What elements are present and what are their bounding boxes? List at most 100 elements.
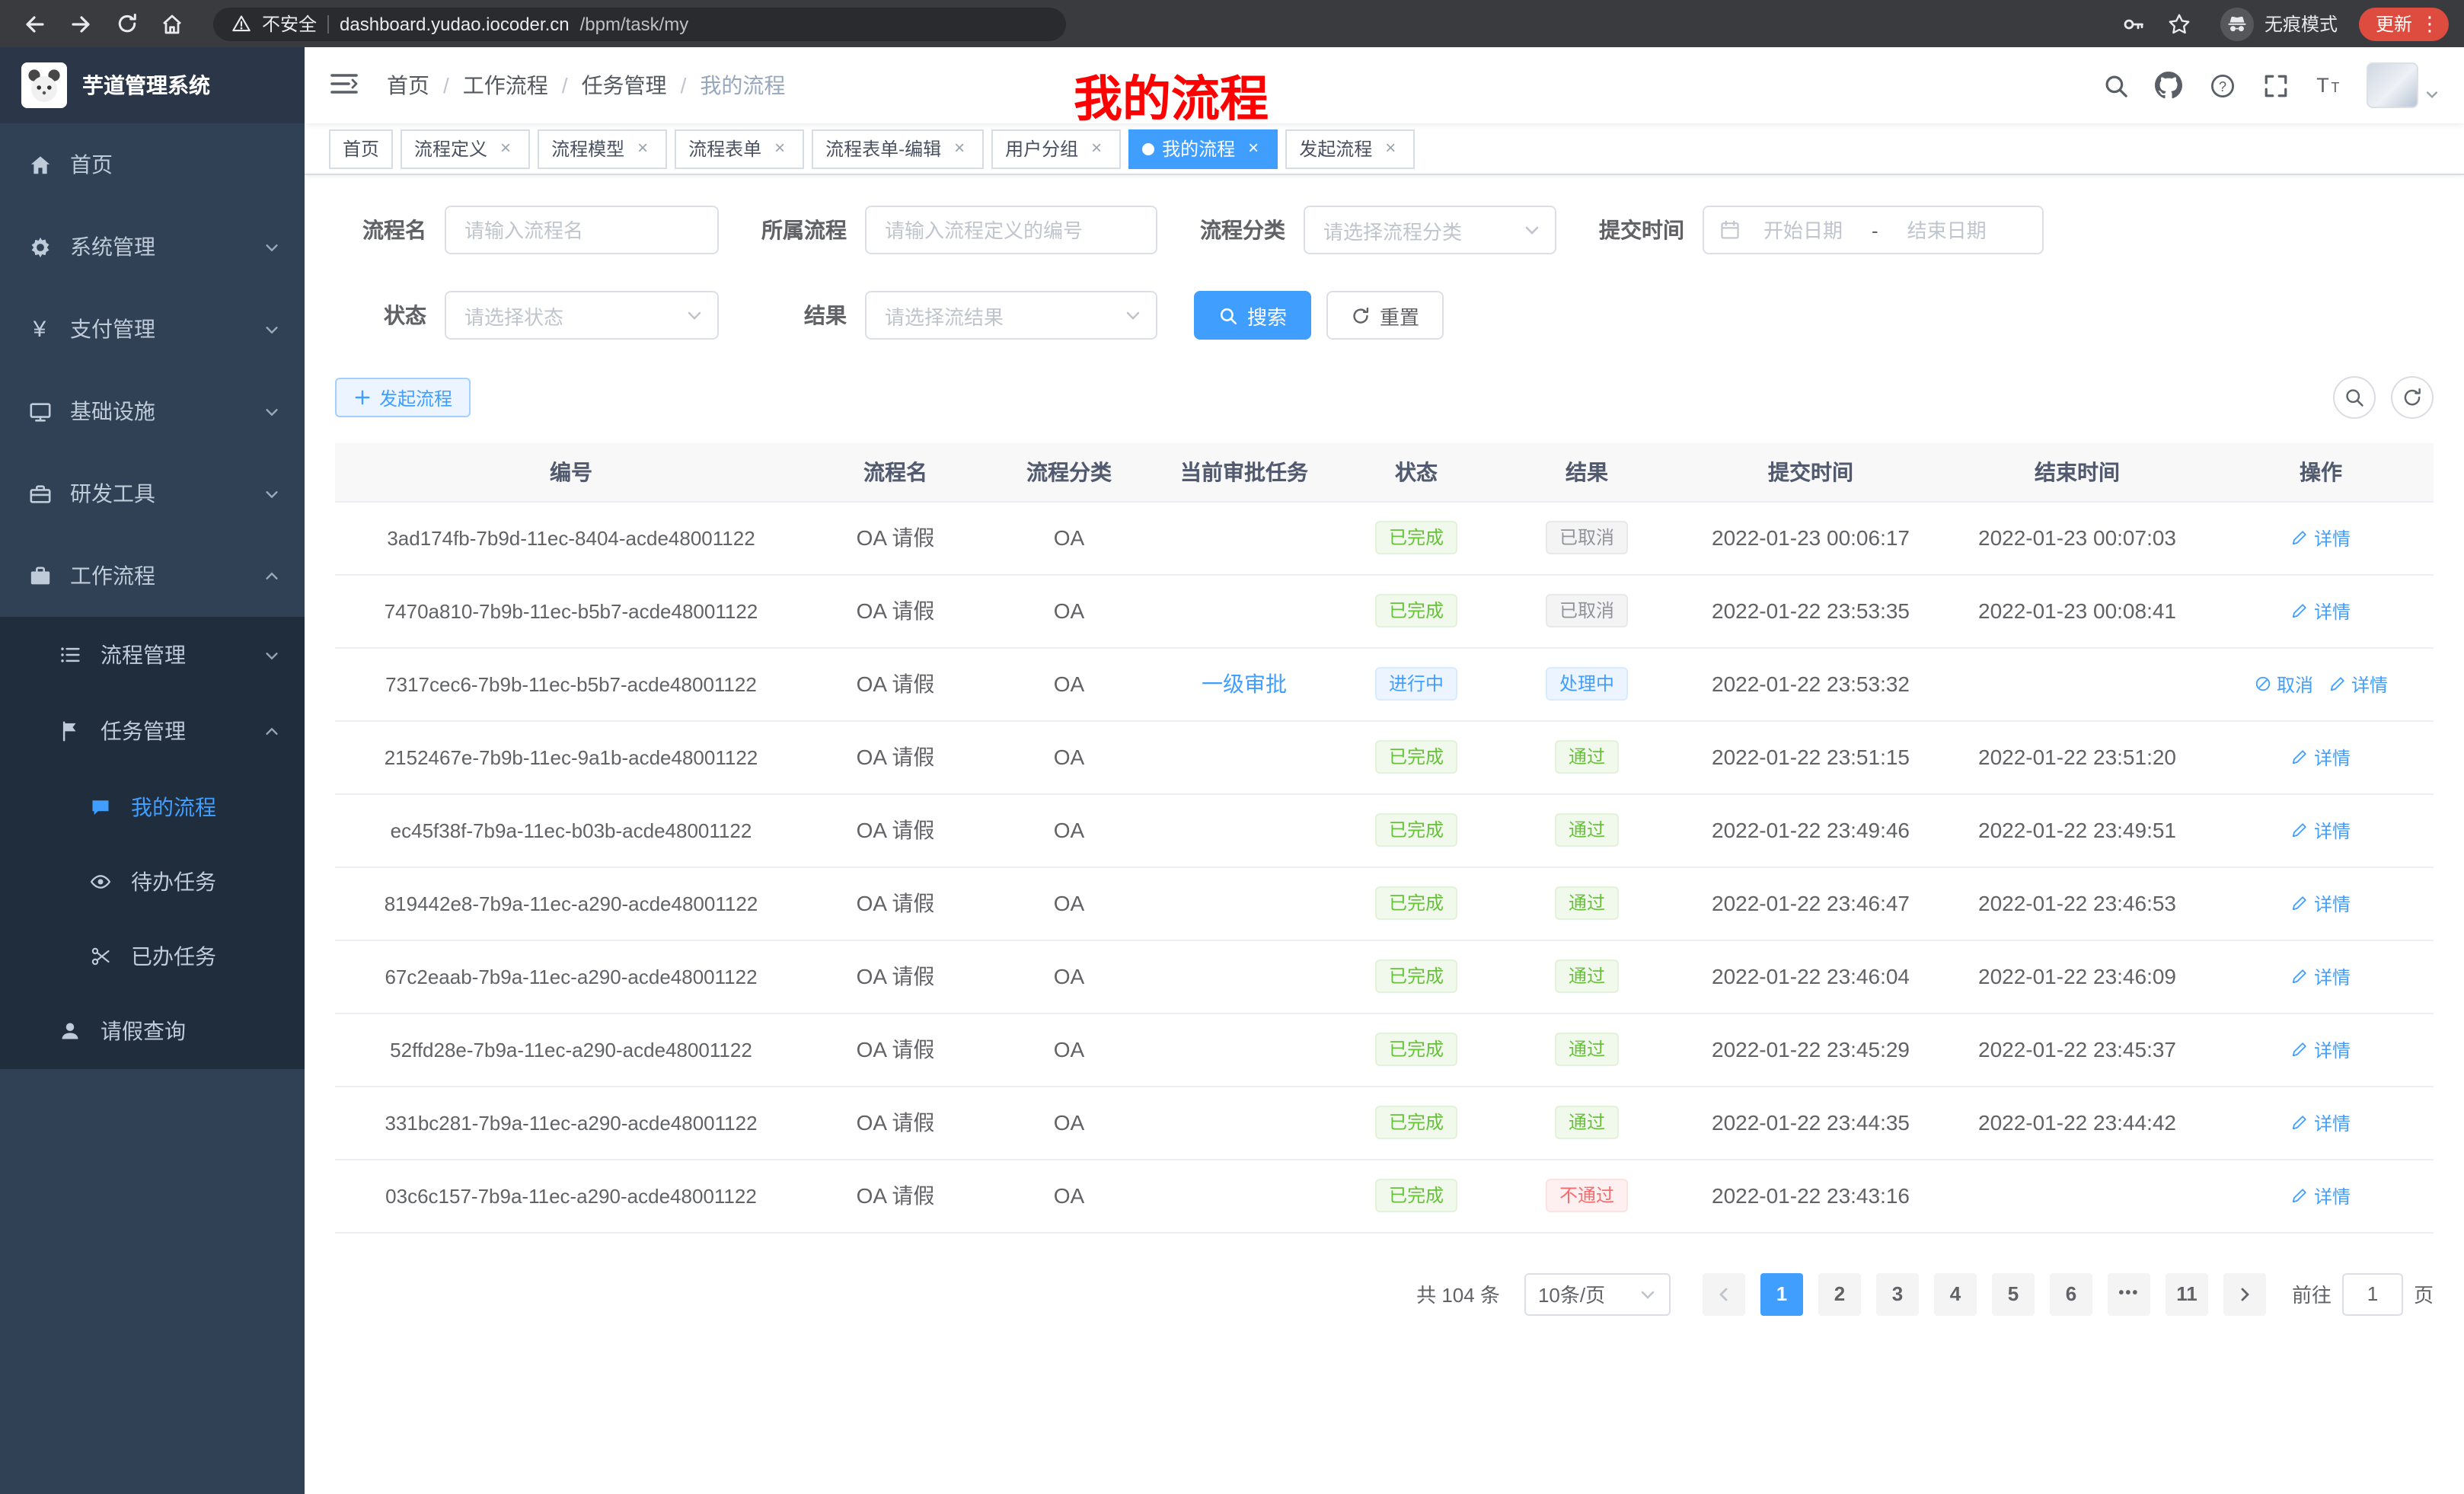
page-button[interactable]: 6 bbox=[2050, 1272, 2092, 1315]
edit-link[interactable]: 详情 bbox=[2291, 891, 2351, 917]
sidebar-item-task-management[interactable]: 任务管理 bbox=[0, 693, 305, 769]
edit-link[interactable]: 详情 bbox=[2328, 672, 2388, 698]
close-icon[interactable]: × bbox=[495, 138, 516, 159]
tab-initiate-process[interactable]: 发起流程× bbox=[1285, 129, 1415, 168]
submit-time-range-picker[interactable]: - bbox=[1703, 206, 2044, 254]
sidebar-item-my-process[interactable]: 我的流程 bbox=[0, 769, 305, 844]
tab-process-model[interactable]: 流程模型× bbox=[538, 129, 667, 168]
edit-link[interactable]: 详情 bbox=[2291, 1183, 2351, 1209]
page-button[interactable]: 11 bbox=[2166, 1272, 2208, 1315]
sidebar-item-system[interactable]: 系统管理 bbox=[0, 206, 305, 288]
edit-link[interactable]: 详情 bbox=[2291, 525, 2351, 551]
search-icon[interactable] bbox=[2100, 70, 2130, 101]
toggle-search-button[interactable] bbox=[2333, 376, 2376, 419]
cell-submit-time: 2022-01-22 23:46:04 bbox=[1675, 940, 1946, 1013]
end-date-input[interactable] bbox=[1891, 219, 2003, 241]
page-button[interactable]: 5 bbox=[1992, 1272, 2035, 1315]
main-area: 首页 / 工作流程 / 任务管理 / 我的流程 ? TT bbox=[305, 47, 2464, 1494]
breadcrumb-separator: / bbox=[562, 73, 568, 97]
result-select[interactable]: 请选择流结果 bbox=[865, 291, 1157, 340]
cell-actions: 取消详情 bbox=[2208, 647, 2434, 720]
edit-link[interactable]: 详情 bbox=[2291, 964, 2351, 990]
initiate-process-button[interactable]: 发起流程 bbox=[335, 378, 471, 417]
edit-link[interactable]: 详情 bbox=[2291, 599, 2351, 624]
cell-result: 已取消 bbox=[1499, 501, 1675, 574]
logo-image bbox=[21, 62, 67, 108]
tab-home[interactable]: 首页 bbox=[329, 129, 393, 168]
sidebar-item-infrastructure[interactable]: 基础设施 bbox=[0, 370, 305, 452]
bookmark-star-icon[interactable] bbox=[2159, 5, 2199, 42]
status-badge: 已完成 bbox=[1375, 594, 1457, 627]
tab-user-group[interactable]: 用户分组× bbox=[991, 129, 1121, 168]
fullscreen-icon[interactable] bbox=[2260, 70, 2290, 101]
page-button[interactable]: 4 bbox=[1934, 1272, 1977, 1315]
sidebar-item-done-tasks[interactable]: 已办任务 bbox=[0, 918, 305, 993]
tab-process-definition[interactable]: 流程定义× bbox=[401, 129, 530, 168]
sidebar-item-todo-tasks[interactable]: 待办任务 bbox=[0, 844, 305, 918]
close-icon[interactable]: × bbox=[1243, 138, 1264, 159]
edit-link[interactable]: 详情 bbox=[2291, 818, 2351, 844]
cell-result: 不通过 bbox=[1499, 1159, 1675, 1232]
close-icon[interactable]: × bbox=[632, 138, 653, 159]
breadcrumb-item[interactable]: 任务管理 bbox=[582, 70, 667, 101]
close-icon[interactable]: × bbox=[769, 138, 790, 159]
cell-actions: 详情 bbox=[2208, 940, 2434, 1013]
tab-process-form-edit[interactable]: 流程表单-编辑× bbox=[812, 129, 984, 168]
sidebar-item-process-management[interactable]: 流程管理 bbox=[0, 617, 305, 693]
browser-reload-button[interactable] bbox=[107, 5, 146, 42]
breadcrumb-item-current: 我的流程 bbox=[700, 70, 785, 101]
edit-link[interactable]: 详情 bbox=[2291, 745, 2351, 771]
github-icon[interactable] bbox=[2153, 70, 2184, 101]
monitor-icon bbox=[27, 399, 52, 423]
jump-page-input[interactable] bbox=[2342, 1272, 2403, 1315]
sidebar-item-devtools[interactable]: 研发工具 bbox=[0, 452, 305, 535]
page-button[interactable]: 2 bbox=[1818, 1272, 1861, 1315]
browser-menu-icon[interactable]: ⋮ bbox=[2420, 14, 2440, 34]
font-size-icon[interactable]: TT bbox=[2313, 70, 2344, 101]
cell-process-name: OA 请假 bbox=[807, 501, 984, 574]
search-button[interactable]: 搜索 bbox=[1194, 291, 1311, 340]
browser-home-button[interactable] bbox=[152, 5, 192, 42]
browser-update-button[interactable]: 更新 ⋮ bbox=[2359, 7, 2449, 40]
page-size-select[interactable]: 10条/页 bbox=[1524, 1272, 1671, 1315]
process-name-input[interactable] bbox=[445, 206, 719, 254]
category-select[interactable]: 请选择流程分类 bbox=[1304, 206, 1556, 254]
page-button[interactable]: 1 bbox=[1760, 1272, 1803, 1315]
tab-my-process[interactable]: 我的流程× bbox=[1128, 129, 1278, 168]
status-select[interactable]: 请选择状态 bbox=[445, 291, 719, 340]
start-date-input[interactable] bbox=[1747, 219, 1859, 241]
breadcrumb-item[interactable]: 工作流程 bbox=[463, 70, 548, 101]
sidebar-item-leave-query[interactable]: 请假查询 bbox=[0, 993, 305, 1069]
refresh-table-button[interactable] bbox=[2391, 376, 2434, 419]
current-task-link[interactable]: 一级审批 bbox=[1202, 672, 1287, 696]
breadcrumb-item[interactable]: 首页 bbox=[387, 70, 429, 101]
result-badge: 已取消 bbox=[1546, 521, 1628, 554]
close-icon[interactable]: × bbox=[1086, 138, 1107, 159]
prev-page-button[interactable] bbox=[1703, 1272, 1745, 1315]
process-def-input[interactable] bbox=[865, 206, 1157, 254]
hamburger-icon[interactable] bbox=[329, 69, 362, 102]
close-icon[interactable]: × bbox=[949, 138, 970, 159]
cancel-link[interactable]: 取消 bbox=[2254, 672, 2313, 698]
next-page-button[interactable] bbox=[2223, 1272, 2266, 1315]
user-avatar[interactable] bbox=[2367, 62, 2440, 108]
more-pages-button[interactable]: ••• bbox=[2108, 1272, 2150, 1315]
browser-back-button[interactable] bbox=[15, 5, 55, 42]
cell-end-time: 2022-01-23 00:07:03 bbox=[1946, 501, 2208, 574]
edit-link[interactable]: 详情 bbox=[2291, 1110, 2351, 1136]
password-key-icon[interactable] bbox=[2114, 5, 2153, 42]
browser-forward-button[interactable] bbox=[61, 5, 101, 42]
sidebar-item-workflow[interactable]: 工作流程 bbox=[0, 535, 305, 617]
edit-link[interactable]: 详情 bbox=[2291, 1037, 2351, 1063]
app-logo[interactable]: 芋道管理系统 bbox=[0, 47, 305, 123]
sidebar-item-payment[interactable]: ¥ 支付管理 bbox=[0, 288, 305, 370]
sidebar-item-home[interactable]: 首页 bbox=[0, 123, 305, 206]
close-icon[interactable]: × bbox=[1380, 138, 1401, 159]
tab-process-form[interactable]: 流程表单× bbox=[675, 129, 804, 168]
address-bar[interactable]: 不安全 dashboard.yudao.iocoder.cn/bpm/task/… bbox=[213, 7, 1066, 40]
help-icon[interactable]: ? bbox=[2207, 70, 2237, 101]
page-button[interactable]: 3 bbox=[1876, 1272, 1919, 1315]
incognito-icon bbox=[2220, 7, 2254, 40]
cell-result: 通过 bbox=[1499, 1013, 1675, 1086]
reset-button[interactable]: 重置 bbox=[1326, 291, 1444, 340]
